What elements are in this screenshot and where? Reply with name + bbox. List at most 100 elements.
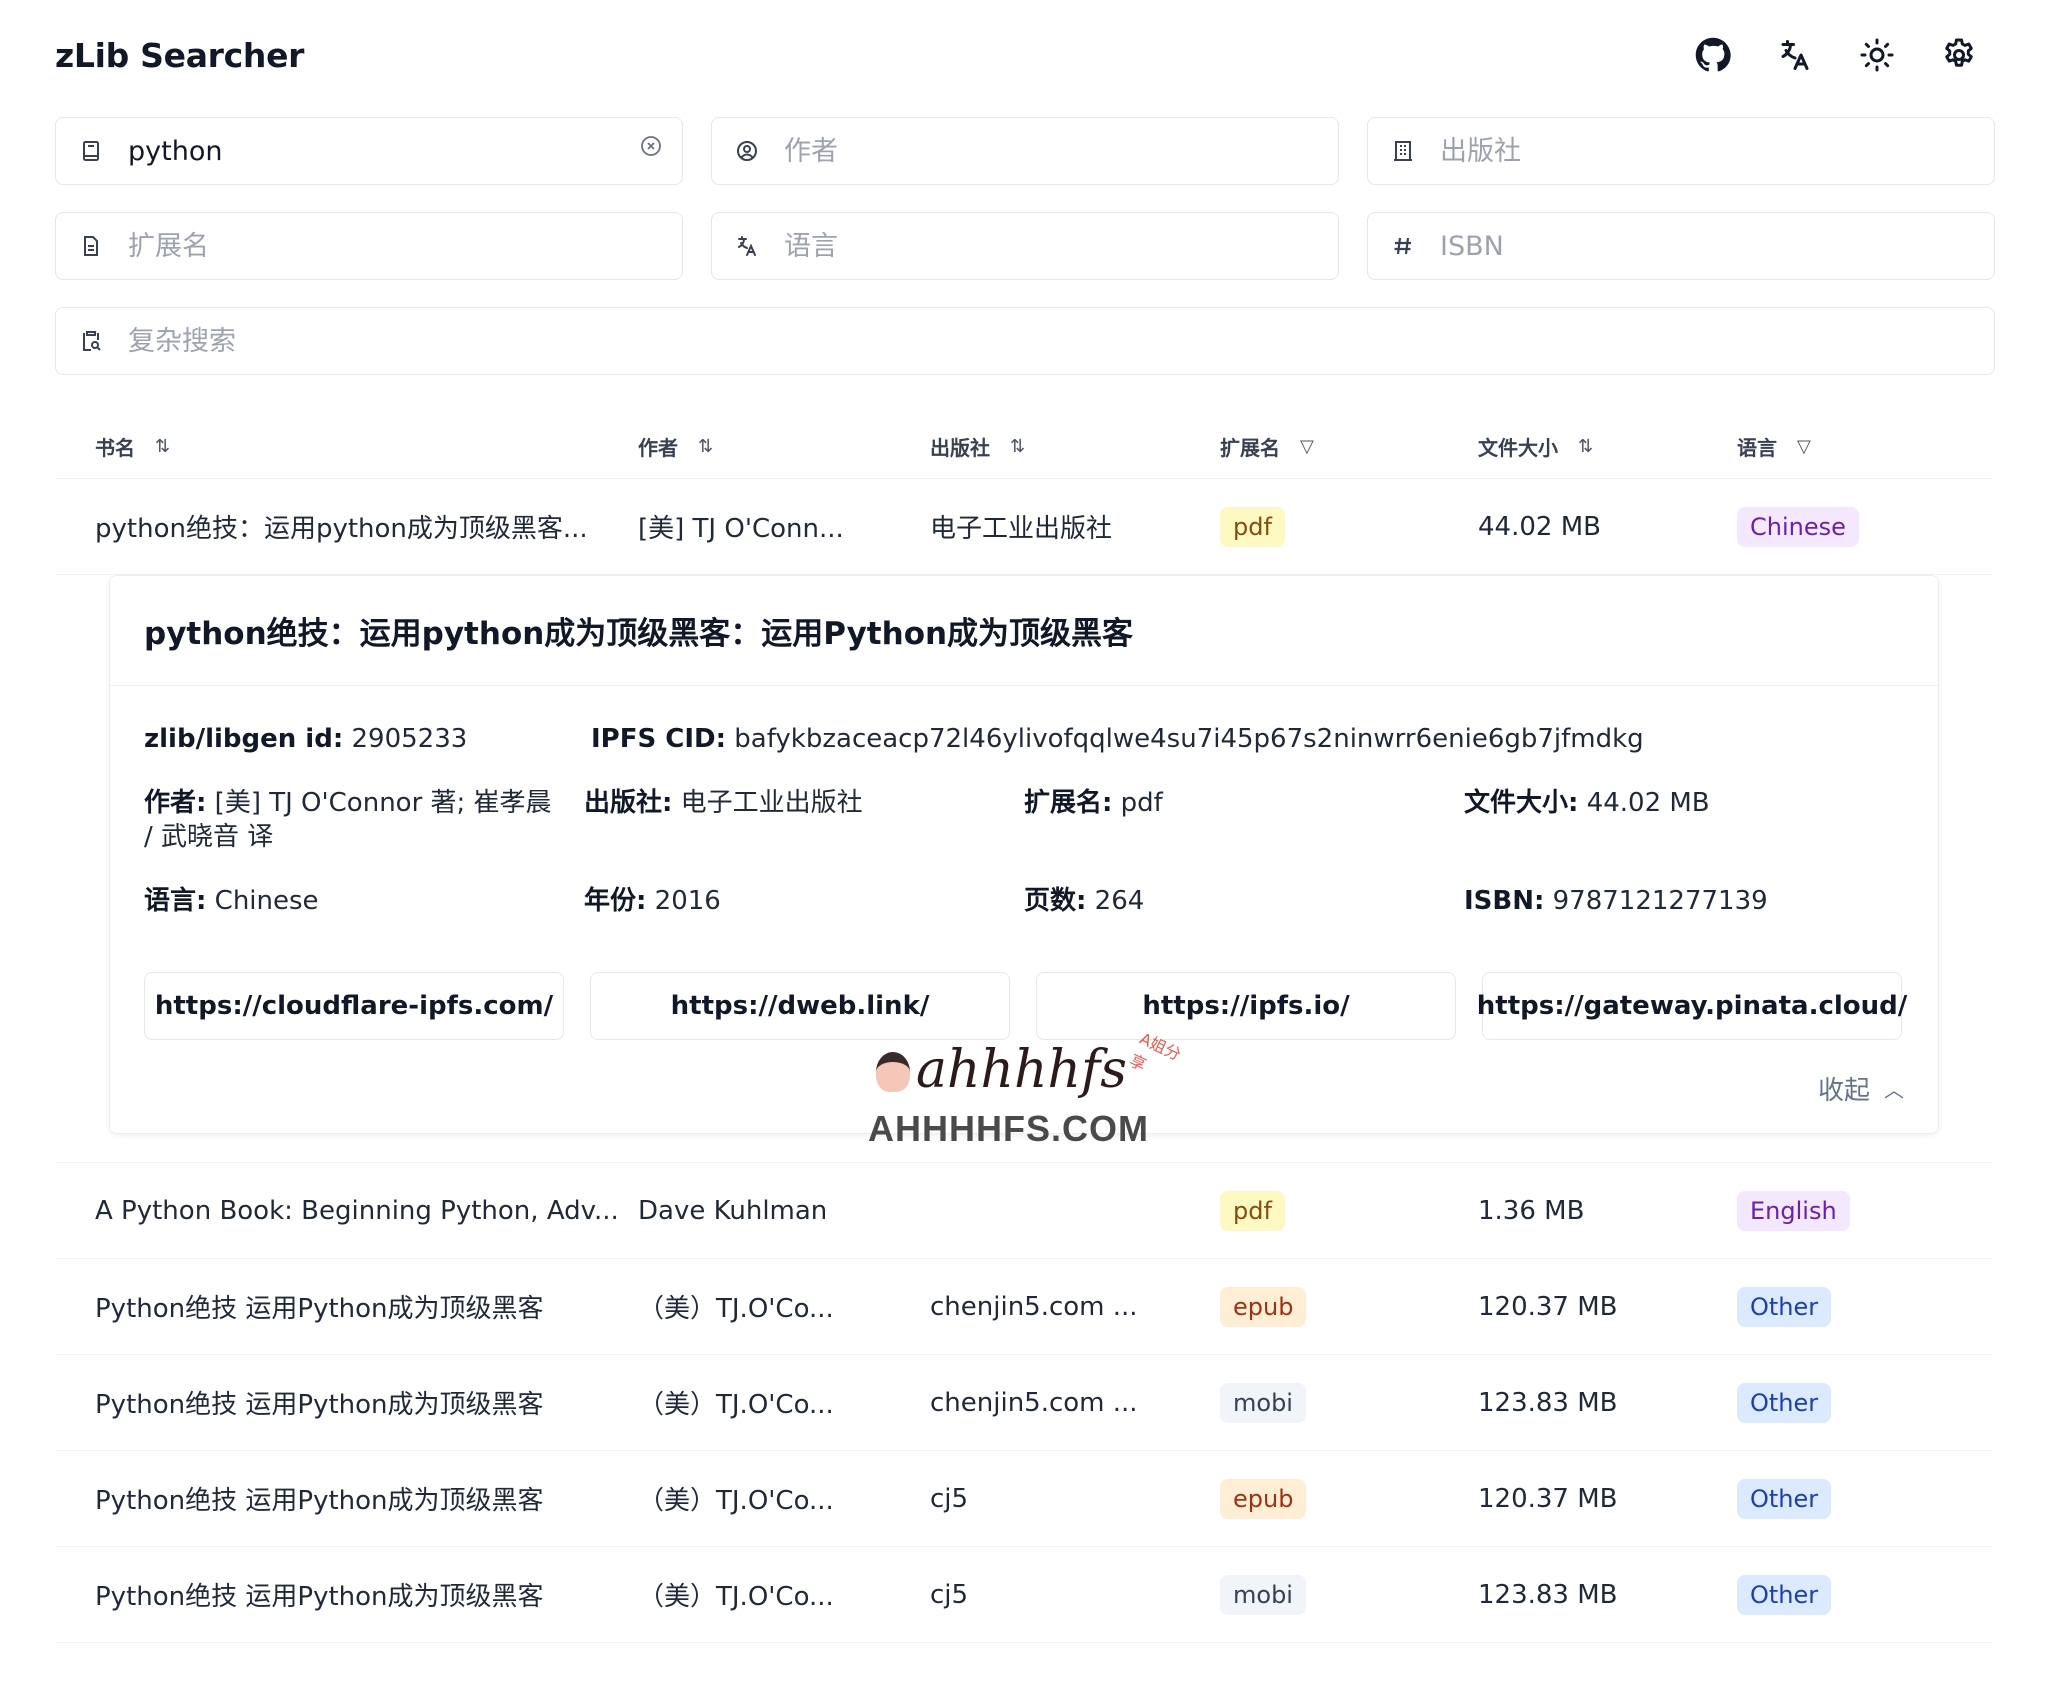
cell-extension: pdf (1220, 506, 1478, 547)
gateway-link-ipfs[interactable]: https://ipfs.io/ (1036, 972, 1456, 1040)
author-search-input[interactable] (784, 135, 1316, 167)
gateway-links: https://cloudflare-ipfs.com/ https://dwe… (144, 972, 1907, 1040)
extension-badge: pdf (1220, 1190, 1285, 1231)
table-header: 书名 ⇅ 作者 ⇅ 出版社 ⇅ 扩展名 ▽ 文件大小 ⇅ 语言 ▽ (55, 415, 1993, 479)
collapse-button[interactable]: 收起 ︿ (144, 1070, 1904, 1107)
detail-author: 作者: [美] TJ O'Connor 著; 崔孝晨 / 武晓音 译 (144, 788, 552, 852)
github-icon[interactable] (1693, 35, 1733, 75)
language-badge: Other (1737, 1382, 1832, 1423)
detail-id: zlib/libgen id: 2905233 (144, 724, 468, 754)
cell-author: （美）TJ.O'Co... (638, 1582, 834, 1612)
book-icon (78, 138, 104, 164)
results-table: 书名 ⇅ 作者 ⇅ 出版社 ⇅ 扩展名 ▽ 文件大小 ⇅ 语言 ▽ python绝技：运用p… (55, 415, 1993, 1643)
table-row[interactable]: A Python Book: Beginning Python, Adv... … (55, 1163, 1993, 1259)
header: zLib Searcher (55, 0, 1993, 110)
gear-icon[interactable] (1939, 35, 1979, 75)
publisher-search-input[interactable] (1440, 135, 1972, 167)
cell-extension: pdf (1220, 1190, 1478, 1231)
translate-icon[interactable] (1775, 35, 1815, 75)
table-row[interactable]: Python绝技 运用Python成为顶级黑客 （美）TJ.O'Co... ch… (55, 1355, 1993, 1451)
sort-icon[interactable]: ⇅ (1010, 436, 1025, 457)
cell-size: 123.83 MB (1478, 1387, 1618, 1418)
detail-title: python绝技：运用python成为顶级黑客：运用Python成为顶级黑客 (110, 576, 1938, 686)
table-row[interactable]: python绝技：运用python成为顶级黑客... [美] TJ O'Conn… (55, 479, 1993, 575)
title-search-input[interactable] (128, 135, 660, 167)
detail-publisher: 出版社: 电子工业出版社 (584, 788, 863, 818)
book-detail-panel: python绝技：运用python成为顶级黑客：运用Python成为顶级黑客 z… (109, 575, 1939, 1134)
cell-language: Other (1737, 1286, 1993, 1327)
table-row[interactable]: Python绝技 运用Python成为顶级黑客 （美）TJ.O'Co... cj… (55, 1451, 1993, 1547)
cell-size: 123.83 MB (1478, 1579, 1618, 1610)
cell-extension: epub (1220, 1478, 1478, 1519)
translate-icon (734, 233, 760, 259)
clear-icon[interactable] (638, 133, 664, 159)
filter-icon[interactable]: ▽ (1797, 436, 1811, 457)
sort-icon[interactable]: ⇅ (155, 436, 170, 457)
extension-search-field (55, 212, 683, 280)
gateway-link-dweb[interactable]: https://dweb.link/ (590, 972, 1010, 1040)
cell-author: （美）TJ.O'Co... (638, 1390, 834, 1420)
sort-icon[interactable]: ⇅ (698, 436, 713, 457)
hash-icon (1390, 233, 1416, 259)
cell-author: （美）TJ.O'Co... (638, 1486, 834, 1516)
cell-title: Python绝技 运用Python成为顶级黑客 (95, 1294, 544, 1324)
sort-icon[interactable]: ⇅ (1578, 436, 1593, 457)
cell-extension: mobi (1220, 1382, 1478, 1423)
cell-publisher: cj5 (930, 1483, 969, 1514)
detail-language: 语言: Chinese (144, 886, 319, 916)
filter-icon[interactable]: ▽ (1300, 436, 1314, 457)
cell-title: Python绝技 运用Python成为顶级黑客 (95, 1582, 544, 1612)
cell-extension: mobi (1220, 1574, 1478, 1615)
header-language[interactable]: 语言 ▽ (1737, 432, 1993, 461)
language-badge: Chinese (1737, 506, 1859, 547)
detail-pages: 页数: 264 (1024, 886, 1145, 916)
complex-search-field (55, 307, 1995, 375)
language-search-input[interactable] (784, 230, 1316, 262)
isbn-search-input[interactable] (1440, 230, 1972, 262)
header-author[interactable]: 作者 ⇅ (638, 432, 930, 461)
app-root: zLib Searcher python 作者 出版社 扩展名 语言 ISBN … (0, 0, 2048, 1704)
gateway-link-cloudflare[interactable]: https://cloudflare-ipfs.com/ (144, 972, 564, 1040)
header-extension[interactable]: 扩展名 ▽ (1220, 432, 1478, 461)
cell-size: 120.37 MB (1478, 1483, 1618, 1514)
building-icon (1390, 138, 1416, 164)
cell-size: 1.36 MB (1478, 1195, 1585, 1226)
table-row[interactable]: Python绝技 运用Python成为顶级黑客 （美）TJ.O'Co... ch… (55, 1259, 1993, 1355)
header-size[interactable]: 文件大小 ⇅ (1478, 432, 1737, 461)
extension-search-input[interactable] (128, 230, 660, 262)
language-search-field (711, 212, 1339, 280)
cell-author: [美] TJ O'Conn... (638, 514, 844, 544)
extension-badge: mobi (1220, 1382, 1306, 1423)
author-search-field (711, 117, 1339, 185)
detail-extension: 扩展名: pdf (1024, 788, 1163, 818)
language-badge: Other (1737, 1574, 1832, 1615)
cell-language: Chinese (1737, 506, 1993, 547)
chevron-up-icon: ︿ (1884, 1078, 1904, 1102)
complex-search-input[interactable] (128, 325, 1972, 357)
cell-publisher: cj5 (930, 1579, 969, 1610)
detail-row: 语言: Chinese 年份: 2016 页数: 264 ISBN: 97871… (144, 884, 1904, 918)
sun-icon[interactable] (1857, 35, 1897, 75)
cell-title: python绝技：运用python成为顶级黑客... (95, 514, 588, 544)
file-icon (78, 233, 104, 259)
cell-author: Dave Kuhlman (638, 1195, 828, 1226)
cell-size: 120.37 MB (1478, 1291, 1618, 1322)
header-publisher[interactable]: 出版社 ⇅ (930, 432, 1220, 461)
table-row[interactable]: Python绝技 运用Python成为顶级黑客 （美）TJ.O'Co... cj… (55, 1547, 1993, 1643)
search-document-icon (78, 328, 104, 354)
cell-language: English (1737, 1190, 1993, 1231)
detail-row: zlib/libgen id: 2905233 IPFS CID: bafykb… (144, 722, 1904, 756)
detail-wrapper: python绝技：运用python成为顶级黑客：运用Python成为顶级黑客 z… (55, 575, 1993, 1163)
cell-publisher: 电子工业出版社 (930, 514, 1113, 544)
cell-title: A Python Book: Beginning Python, Adv... (95, 1195, 619, 1226)
cell-language: Other (1737, 1478, 1993, 1519)
cell-extension: epub (1220, 1286, 1478, 1327)
detail-cid: IPFS CID: bafykbzaceacp72l46ylivofqqlwe4… (591, 724, 1644, 754)
cell-size: 44.02 MB (1478, 511, 1601, 542)
detail-body: zlib/libgen id: 2905233 IPFS CID: bafykb… (110, 686, 1938, 1133)
publisher-search-field (1367, 117, 1995, 185)
header-icons (1693, 35, 1979, 75)
header-title[interactable]: 书名 ⇅ (55, 432, 638, 461)
gateway-link-pinata[interactable]: https://gateway.pinata.cloud/ (1477, 972, 1907, 1040)
extension-badge: mobi (1220, 1574, 1306, 1615)
